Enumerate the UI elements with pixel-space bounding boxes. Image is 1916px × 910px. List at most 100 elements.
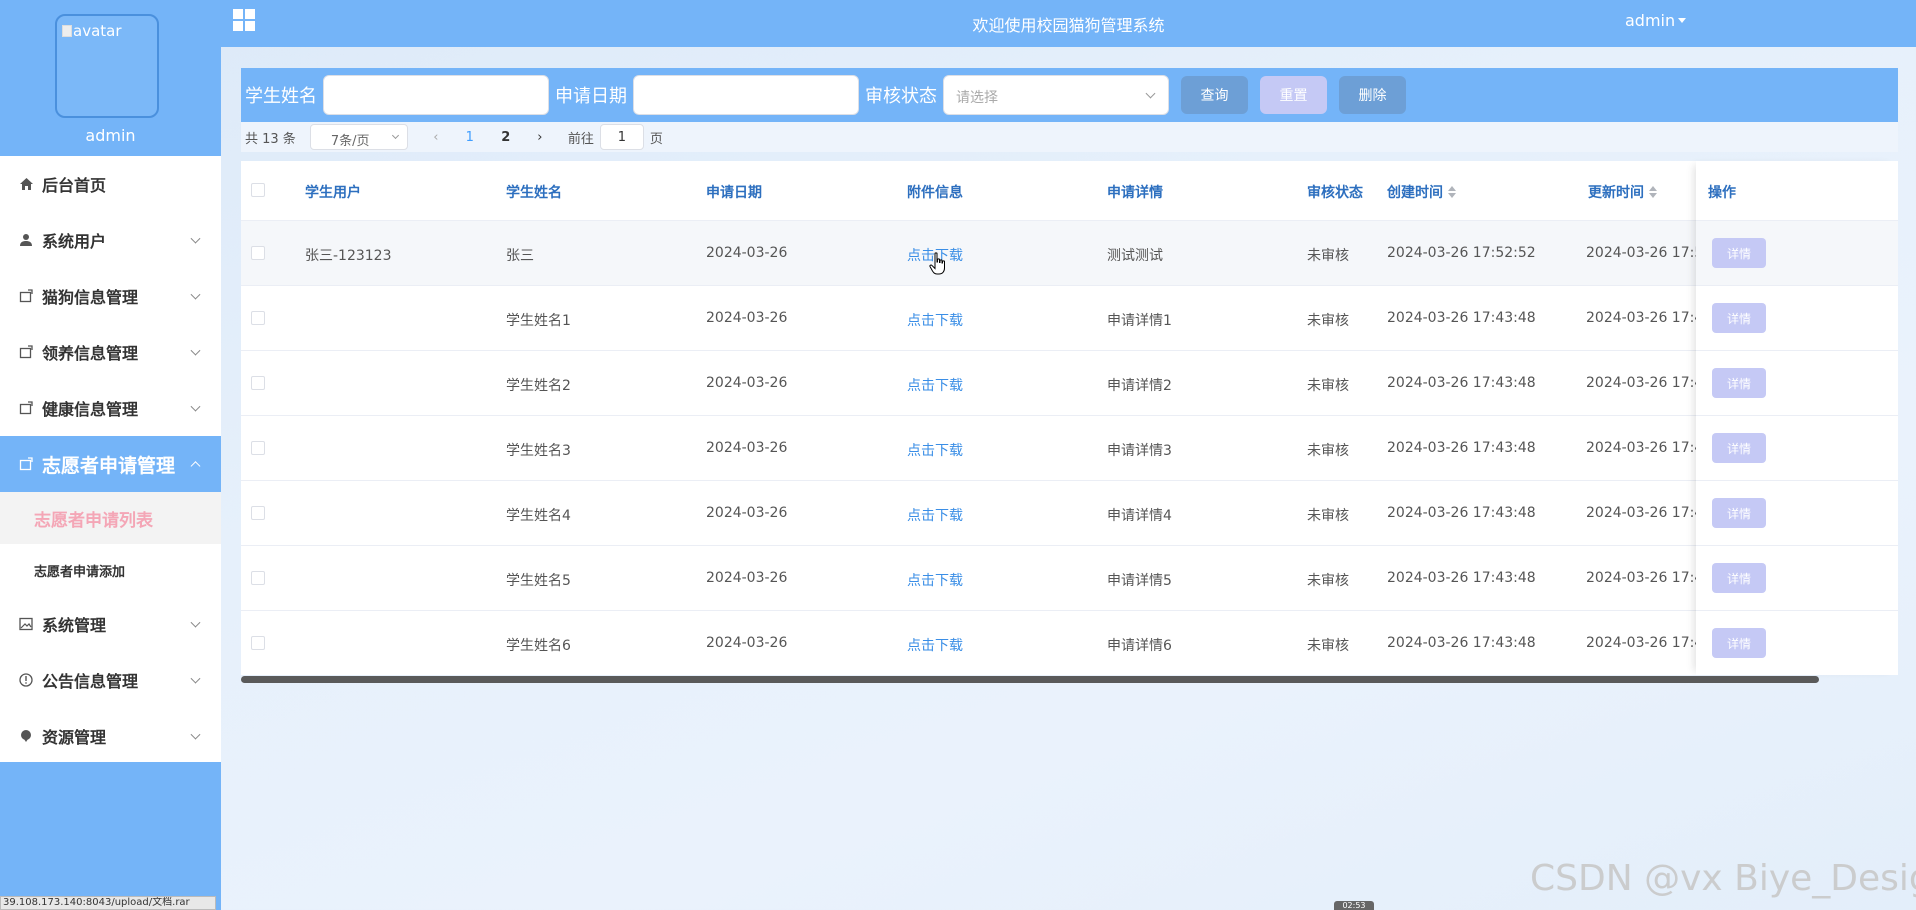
detail-button[interactable]: 详情 bbox=[1712, 628, 1766, 658]
actions-column: 操作 详情 详情 详情 详情 详情 详情 详情 bbox=[1696, 161, 1898, 675]
cell-updated-time: 2024-03-26 17:43 bbox=[1586, 570, 1698, 586]
total-count: 共 13 条 bbox=[245, 131, 296, 147]
avatar[interactable]: avatar bbox=[55, 14, 159, 118]
cell-updated-time: 2024-03-26 17:43 bbox=[1586, 440, 1698, 456]
browser-status-url: 39.108.173.140:8043/upload/文档.rar bbox=[0, 896, 216, 910]
chevron-down-icon bbox=[190, 289, 201, 300]
sidebar-item-system-users[interactable]: 系统用户 bbox=[0, 212, 221, 268]
reset-button[interactable]: 重置 bbox=[1260, 76, 1327, 114]
chevron-down-icon bbox=[190, 617, 201, 628]
goto-page-input[interactable]: 1 bbox=[599, 124, 644, 150]
user-icon bbox=[18, 232, 34, 248]
table-row: 学生姓名5 2024-03-26 点击下载 申请详情5 未审核 2024-03-26 17… bbox=[241, 545, 1898, 610]
download-link[interactable]: 点击下载 bbox=[907, 375, 963, 395]
apply-date-input[interactable] bbox=[633, 75, 859, 115]
chevron-down-icon bbox=[190, 401, 201, 412]
row-checkbox[interactable] bbox=[251, 376, 265, 390]
page-number-1[interactable]: 1 bbox=[452, 130, 488, 145]
updated-time-cell-clip: 2024-03-26 17:43 bbox=[1586, 481, 1698, 546]
box-icon bbox=[18, 456, 34, 472]
review-status-select[interactable]: 请选择 bbox=[943, 75, 1169, 115]
sidebar-subitem-volunteer-add[interactable]: 志愿者申请添加 bbox=[0, 544, 221, 596]
cell-apply-date: 2024-03-26 bbox=[706, 310, 788, 326]
delete-button[interactable]: 删除 bbox=[1339, 76, 1406, 114]
column-header: 审核状态 bbox=[1307, 185, 1363, 201]
detail-button[interactable]: 详情 bbox=[1712, 303, 1766, 333]
cell-apply-detail: 申请详情4 bbox=[1107, 508, 1172, 524]
sidebar-item-resources[interactable]: 资源管理 bbox=[0, 708, 221, 764]
cell-apply-date: 2024-03-26 bbox=[706, 505, 788, 521]
student-name-input[interactable] bbox=[323, 75, 549, 115]
detail-button[interactable]: 详情 bbox=[1712, 563, 1766, 593]
user-dropdown[interactable]: admin bbox=[1625, 11, 1687, 30]
goto-suffix: 页 bbox=[649, 131, 663, 147]
table-body: 张三-123123张三2024-03-26点击下载测试测试未审核2024-03-… bbox=[241, 220, 1898, 675]
download-link[interactable]: 点击下载 bbox=[907, 570, 963, 590]
pagination: 共 13 条 7条/页 ‹ 1 2 › 前往 1 页 bbox=[241, 122, 1898, 152]
sidebar-item-adoption[interactable]: 领养信息管理 bbox=[0, 324, 221, 380]
updated-time-cell-clip: 2024-03-26 17:43 bbox=[1586, 351, 1698, 416]
row-checkbox[interactable] bbox=[251, 311, 265, 325]
row-checkbox[interactable] bbox=[251, 246, 265, 260]
action-cell: 详情 bbox=[1696, 610, 1898, 675]
detail-button[interactable]: 详情 bbox=[1712, 368, 1766, 398]
sidebar-item-label: 猫狗信息管理 bbox=[42, 288, 139, 307]
download-link[interactable]: 点击下载 bbox=[907, 635, 963, 655]
search-bar: 学生姓名 申请日期 审核状态 请选择 查询 重置 删除 bbox=[241, 68, 1898, 122]
box-icon bbox=[18, 288, 34, 304]
detail-button[interactable]: 详情 bbox=[1712, 498, 1766, 528]
cell-created-time: 2024-03-26 17:43:48 bbox=[1387, 440, 1536, 456]
chevron-up-icon bbox=[190, 461, 201, 472]
sidebar-item-home[interactable]: 后台首页 bbox=[0, 156, 221, 212]
next-page-button[interactable]: › bbox=[524, 130, 556, 145]
download-link[interactable]: 点击下载 bbox=[907, 505, 963, 525]
detail-button[interactable]: 详情 bbox=[1712, 238, 1766, 268]
page-size-select[interactable]: 7条/页 bbox=[309, 124, 408, 150]
prev-page-button[interactable]: ‹ bbox=[420, 130, 452, 145]
updated-time-header[interactable]: 更新时间 bbox=[1588, 182, 1658, 202]
query-button[interactable]: 查询 bbox=[1181, 76, 1248, 114]
review-status-placeholder: 请选择 bbox=[956, 90, 998, 106]
box-icon bbox=[18, 344, 34, 360]
hand-cursor-icon bbox=[929, 252, 945, 275]
cell-apply-detail: 申请详情5 bbox=[1107, 573, 1172, 589]
sidebar-subitem-volunteer-list[interactable]: 志愿者申请列表 bbox=[0, 492, 221, 544]
detail-button[interactable]: 详情 bbox=[1712, 433, 1766, 463]
sidebar-item-label: 领养信息管理 bbox=[42, 344, 139, 363]
sidebar-item-label: 后台首页 bbox=[42, 176, 107, 195]
cell-student-name: 学生姓名4 bbox=[506, 508, 571, 524]
sidebar-item-volunteer[interactable]: 志愿者申请管理 bbox=[0, 436, 221, 492]
actions-cells: 详情 详情 详情 详情 详情 详情 详情 bbox=[1696, 220, 1898, 675]
row-checkbox[interactable] bbox=[251, 636, 265, 650]
cell-student-name: 学生姓名6 bbox=[506, 638, 571, 654]
cell-apply-date: 2024-03-26 bbox=[706, 440, 788, 456]
profile-panel: avatar admin bbox=[0, 0, 221, 156]
cell-apply-detail: 申请详情3 bbox=[1107, 443, 1172, 459]
row-checkbox[interactable] bbox=[251, 571, 265, 585]
download-link[interactable]: 点击下载 bbox=[907, 440, 963, 460]
row-checkbox[interactable] bbox=[251, 506, 265, 520]
top-header: 欢迎使用校园猫狗管理系统 admin bbox=[221, 0, 1916, 47]
cell-apply-date: 2024-03-26 bbox=[706, 570, 788, 586]
sidebar-item-pet-info[interactable]: 猫狗信息管理 bbox=[0, 268, 221, 324]
sidebar-item-notice[interactable]: 公告信息管理 bbox=[0, 652, 221, 708]
cell-updated-time: 2024-03-26 17:43 bbox=[1586, 375, 1698, 391]
page-number-2[interactable]: 2 bbox=[488, 130, 524, 145]
row-checkbox[interactable] bbox=[251, 441, 265, 455]
goto-label: 前往 bbox=[567, 131, 594, 147]
sidebar-menu: 后台首页 系统用户 猫狗信息管理 领养信息管理 健康信息管理 志愿者申请管理 志… bbox=[0, 156, 221, 764]
horizontal-scrollbar[interactable] bbox=[241, 676, 1819, 683]
select-all-checkbox[interactable] bbox=[251, 183, 265, 197]
created-time-header[interactable]: 创建时间 bbox=[1387, 182, 1457, 202]
column-header: 学生姓名 bbox=[506, 185, 562, 201]
sidebar-item-system-admin[interactable]: 系统管理 bbox=[0, 596, 221, 652]
user-dropdown-label: admin bbox=[1625, 11, 1676, 30]
sidebar-item-label: 系统用户 bbox=[42, 232, 107, 251]
cell-student-name: 张三 bbox=[506, 248, 534, 264]
sidebar: avatar admin 后台首页 系统用户 猫狗信息管理 领养信息管理 健康信… bbox=[0, 0, 221, 910]
cell-created-time: 2024-03-26 17:43:48 bbox=[1387, 310, 1536, 326]
sidebar-item-health[interactable]: 健康信息管理 bbox=[0, 380, 221, 436]
download-link[interactable]: 点击下载 bbox=[907, 310, 963, 330]
column-header: 申请详情 bbox=[1107, 185, 1163, 201]
cell-created-time: 2024-03-26 17:43:48 bbox=[1387, 505, 1536, 521]
